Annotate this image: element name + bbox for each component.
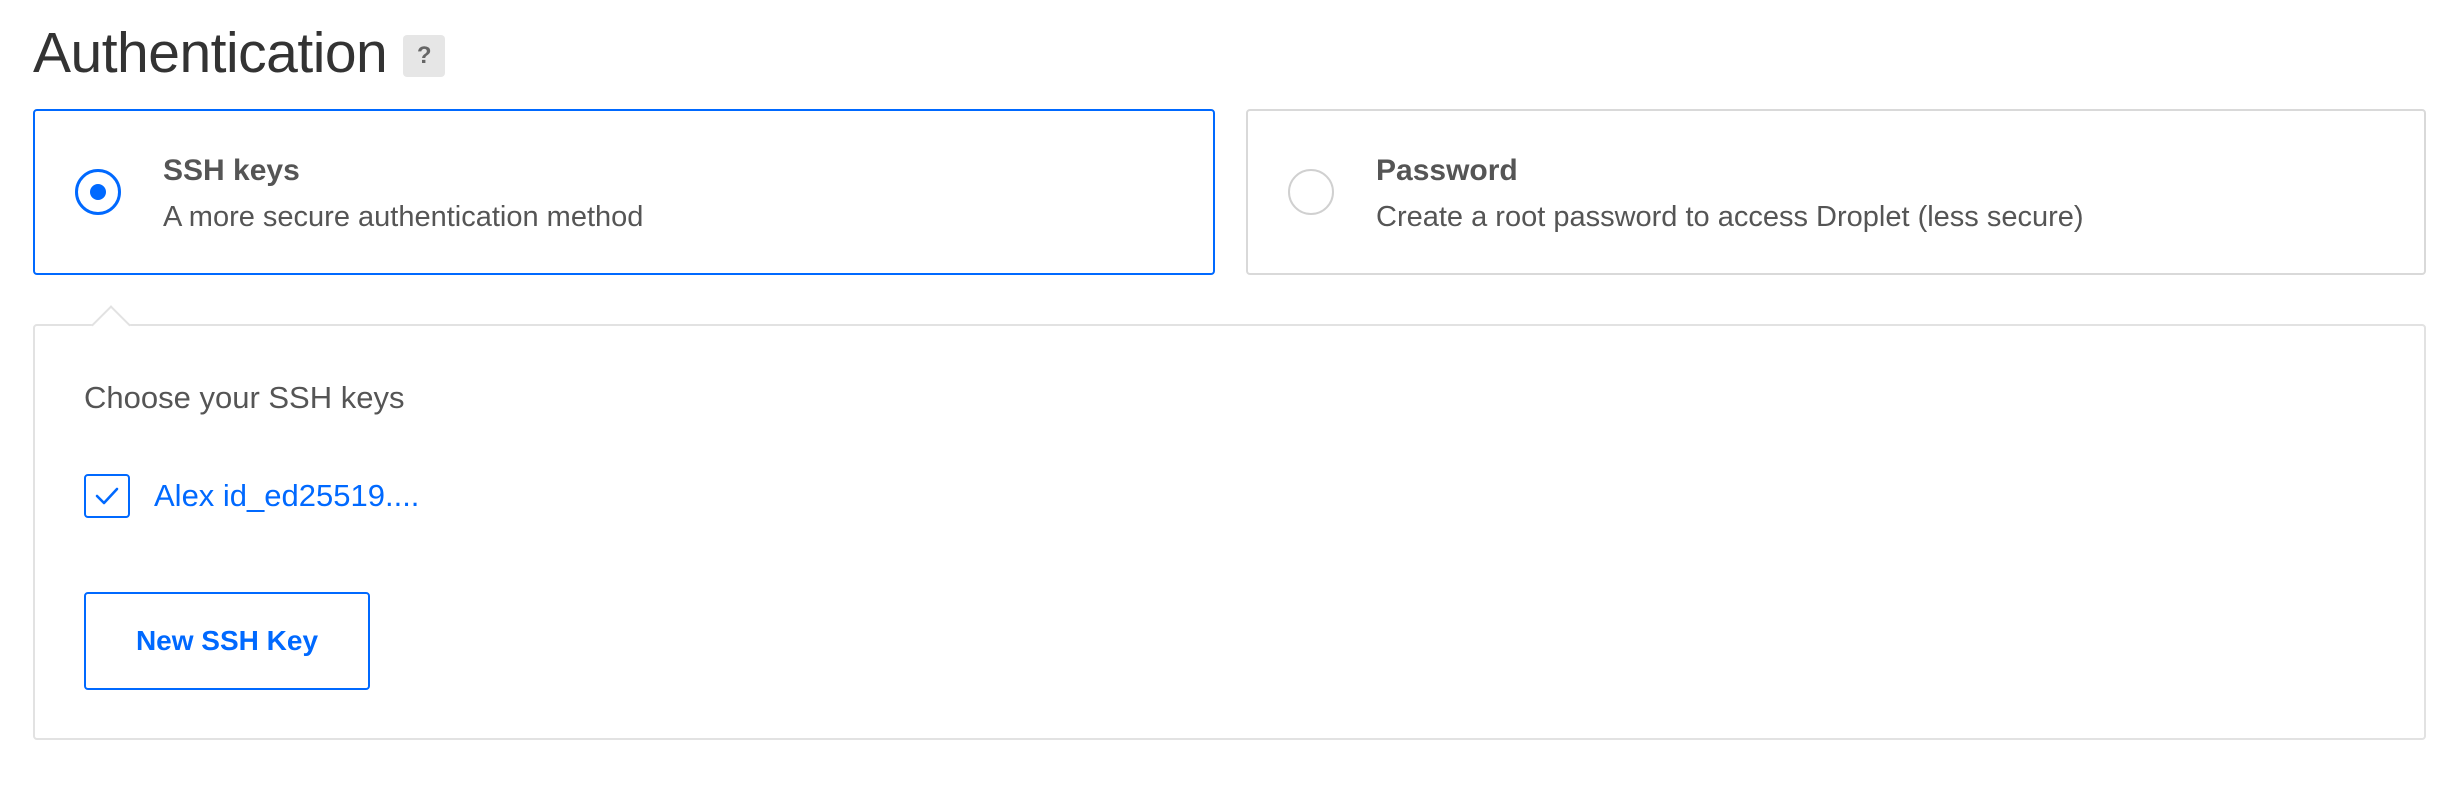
option-title: Password [1376, 154, 1518, 187]
help-icon[interactable]: ? [403, 35, 446, 77]
option-ssh-keys[interactable]: SSH keys A more secure authentication me… [33, 109, 1215, 275]
authentication-section: Authentication ? SSH keys A more secure … [0, 0, 2457, 795]
ssh-key-name-link[interactable]: Alex id_ed25519.... [154, 474, 419, 518]
ssh-key-checkbox[interactable] [84, 474, 130, 518]
option-title: SSH keys [163, 154, 300, 187]
new-ssh-key-button[interactable]: New SSH Key [84, 592, 370, 690]
radio-password[interactable] [1288, 169, 1334, 215]
radio-selected-dot [90, 184, 106, 200]
panel-pointer [91, 305, 131, 345]
ssh-key-item[interactable]: Alex id_ed25519.... [84, 474, 419, 518]
option-password[interactable]: Password Create a root password to acces… [1246, 109, 2426, 275]
option-password-text: Password Create a root password to acces… [1376, 151, 2084, 239]
section-header: Authentication ? [33, 18, 446, 88]
ssh-keys-panel: Choose your SSH keys Alex id_ed25519....… [33, 305, 2426, 740]
ssh-keys-label: Choose your SSH keys [84, 380, 405, 415]
checkmark-icon [95, 487, 119, 505]
option-description: A more secure authentication method [163, 201, 644, 233]
option-description: Create a root password to access Droplet… [1376, 201, 2084, 233]
radio-ssh-keys[interactable] [75, 169, 121, 215]
option-ssh-keys-text: SSH keys A more secure authentication me… [163, 151, 643, 239]
section-title: Authentication [33, 21, 388, 85]
